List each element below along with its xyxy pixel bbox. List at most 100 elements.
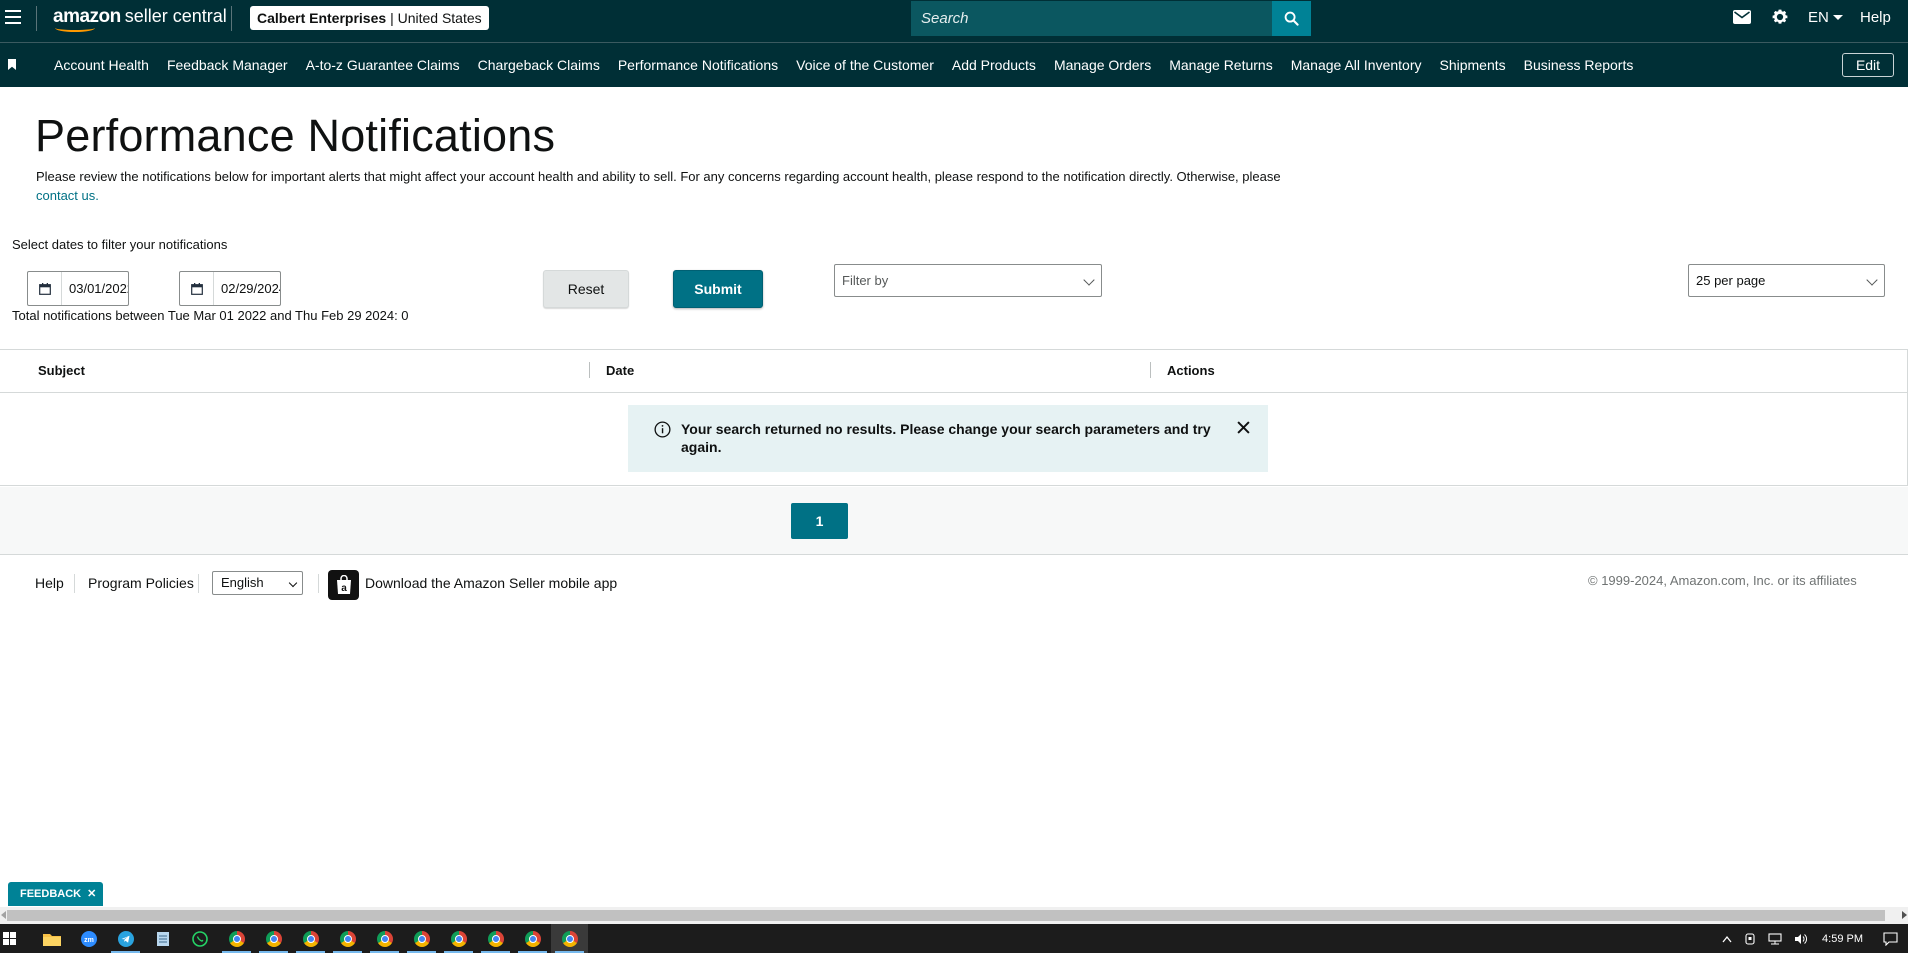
- network-icon: [1768, 932, 1782, 944]
- taskbar-chrome-9[interactable]: [514, 924, 551, 953]
- nav-item-manage-inventory[interactable]: Manage All Inventory: [1291, 57, 1422, 73]
- search-button[interactable]: [1272, 1, 1311, 36]
- column-date[interactable]: Date: [606, 363, 634, 378]
- feedback-close-icon[interactable]: ✕: [87, 882, 96, 906]
- taskbar-telegram[interactable]: [107, 924, 144, 953]
- scrollbar-thumb[interactable]: [7, 910, 1885, 921]
- footer-help-link[interactable]: Help: [35, 575, 64, 591]
- nav-item-manage-orders[interactable]: Manage Orders: [1054, 57, 1151, 73]
- tray-network-icon[interactable]: [1768, 932, 1782, 945]
- download-app-link[interactable]: Download the Amazon Seller mobile app: [365, 575, 617, 591]
- page-description: Please review the notifications below fo…: [36, 168, 1296, 205]
- nav-item-shipments[interactable]: Shipments: [1439, 57, 1505, 73]
- reset-button[interactable]: Reset: [543, 270, 629, 308]
- scroll-left-arrow-icon[interactable]: [1, 911, 6, 919]
- taskbar-whatsapp[interactable]: [181, 924, 218, 953]
- page-title: Performance Notifications: [35, 110, 556, 161]
- page-button-current[interactable]: 1: [791, 503, 848, 539]
- svg-text:zm: zm: [84, 937, 94, 944]
- horizontal-scrollbar[interactable]: [0, 907, 1908, 924]
- per-page-dropdown[interactable]: 25 per page: [1688, 264, 1885, 297]
- chevron-up-icon: [1722, 935, 1732, 942]
- taskbar-chrome-5[interactable]: [366, 924, 403, 953]
- nav-item-feedback-manager[interactable]: Feedback Manager: [167, 57, 288, 73]
- column-divider: [1150, 362, 1151, 378]
- nav-item-chargeback-claims[interactable]: Chargeback Claims: [478, 57, 600, 73]
- taskbar-zoom[interactable]: zm: [70, 924, 107, 953]
- show-hidden-icons-button[interactable]: [1722, 935, 1732, 943]
- end-date-picker: [179, 271, 281, 306]
- nav-item-manage-returns[interactable]: Manage Returns: [1169, 57, 1273, 73]
- feedback-tab[interactable]: FEEDBACK ✕: [8, 882, 104, 906]
- edit-nav-button[interactable]: Edit: [1842, 53, 1894, 77]
- system-tray: 4:59 PM: [1716, 924, 1908, 953]
- footer-language-value: English: [221, 575, 264, 590]
- dismiss-alert-button[interactable]: [1237, 421, 1250, 439]
- amazon-seller-app-icon[interactable]: a: [328, 570, 359, 600]
- column-subject[interactable]: Subject: [38, 363, 85, 378]
- no-results-alert: Your search returned no results. Please …: [628, 405, 1268, 472]
- chrome-icon: [413, 930, 430, 947]
- chrome-icon: [450, 930, 467, 947]
- tray-device-icon[interactable]: [1744, 932, 1756, 945]
- contact-us-link[interactable]: contact us.: [36, 188, 99, 203]
- taskbar-chrome-3[interactable]: [292, 924, 329, 953]
- svg-text:a: a: [341, 583, 347, 594]
- account-switcher[interactable]: Calbert Enterprises | United States: [250, 6, 489, 30]
- taskbar-chrome-7[interactable]: [440, 924, 477, 953]
- language-selector[interactable]: EN: [1808, 9, 1843, 26]
- taskbar-chrome-4[interactable]: [329, 924, 366, 953]
- taskbar-chrome-10[interactable]: [551, 924, 588, 953]
- hamburger-menu-icon[interactable]: [5, 10, 21, 24]
- taskbar-file-explorer[interactable]: [33, 924, 70, 953]
- nav-item-performance-notifications[interactable]: Performance Notifications: [618, 57, 778, 73]
- footer-divider: [74, 574, 75, 593]
- zoom-icon: zm: [80, 930, 97, 947]
- nav-item-add-products[interactable]: Add Products: [952, 57, 1036, 73]
- header-divider: [231, 6, 232, 31]
- notification-center-button[interactable]: [1883, 931, 1898, 946]
- taskbar-chrome-1[interactable]: [218, 924, 255, 953]
- end-calendar-button[interactable]: [180, 272, 214, 305]
- tray-volume-icon[interactable]: [1794, 933, 1808, 945]
- taskbar-chrome-8[interactable]: [477, 924, 514, 953]
- taskbar-notepad[interactable]: [144, 924, 181, 953]
- footer-language-select[interactable]: English: [212, 571, 303, 595]
- chevron-down-icon: [288, 578, 298, 588]
- scroll-right-arrow-icon[interactable]: [1902, 911, 1907, 919]
- speaker-icon: [1795, 933, 1807, 944]
- start-date-input[interactable]: [62, 272, 128, 305]
- filter-by-dropdown[interactable]: Filter by: [834, 264, 1102, 297]
- mail-button[interactable]: [1733, 10, 1751, 29]
- no-results-message: Your search returned no results. Please …: [681, 421, 1211, 455]
- account-name: Calbert Enterprises: [257, 10, 387, 26]
- program-policies-link[interactable]: Program Policies: [88, 575, 194, 591]
- chrome-icon: [561, 930, 578, 947]
- nav-item-a-to-z-claims[interactable]: A-to-z Guarantee Claims: [306, 57, 460, 73]
- settings-button[interactable]: [1771, 8, 1789, 31]
- search-input[interactable]: [911, 1, 1272, 36]
- mail-icon: [1733, 10, 1751, 24]
- notifications-table: Subject Date Actions Your search returne…: [0, 349, 1908, 486]
- start-calendar-button[interactable]: [28, 272, 62, 305]
- calendar-icon: [190, 282, 203, 295]
- account-region: | United States: [390, 10, 482, 26]
- bookmark-icon[interactable]: [8, 59, 16, 70]
- windows-start-icon[interactable]: [3, 932, 16, 945]
- help-link[interactable]: Help: [1860, 9, 1891, 26]
- pagination: 1: [0, 487, 1908, 555]
- nav-item-account-health[interactable]: Account Health: [54, 57, 149, 73]
- taskbar-chrome-2[interactable]: [255, 924, 292, 953]
- column-divider: [589, 362, 590, 378]
- filter-by-placeholder: Filter by: [842, 273, 889, 288]
- taskbar-chrome-6[interactable]: [403, 924, 440, 953]
- nav-item-business-reports[interactable]: Business Reports: [1524, 57, 1634, 73]
- close-icon: [1237, 421, 1250, 434]
- column-actions: Actions: [1167, 363, 1215, 378]
- chevron-down-icon: [1083, 274, 1095, 286]
- nav-item-voice-of-customer[interactable]: Voice of the Customer: [796, 57, 934, 73]
- end-date-input[interactable]: [214, 272, 280, 305]
- logo-smile-icon: [55, 24, 95, 32]
- taskbar-clock[interactable]: 4:59 PM: [1822, 933, 1863, 945]
- submit-button[interactable]: Submit: [673, 270, 763, 308]
